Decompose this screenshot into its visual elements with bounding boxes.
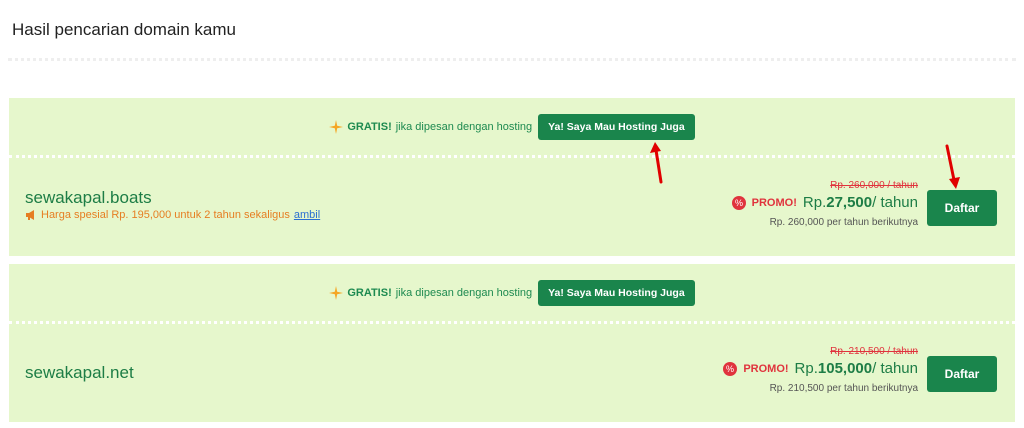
- domain-result-card: GRATIS! jika dipesan dengan hosting Ya! …: [9, 264, 1015, 422]
- old-price: Rp. 260,000 / tahun: [830, 180, 918, 191]
- annotation-arrow: [650, 142, 663, 184]
- promo-label: PROMO!: [751, 196, 797, 209]
- renewal-price: Rp. 260,000 per tahun berikutnya: [769, 217, 918, 228]
- hosting-promo-row: GRATIS! jika dipesan dengan hosting Ya! …: [9, 278, 1015, 308]
- current-price: Rp.27,500/ tahun: [803, 194, 918, 211]
- card-divider: [9, 321, 1015, 324]
- price-block: Rp. 260,000 / tahun % PROMO! Rp.27,500/ …: [731, 180, 918, 228]
- price-value: 105,000: [817, 360, 873, 377]
- domain-result-card: GRATIS! jika dipesan dengan hosting Ya! …: [9, 98, 1015, 256]
- price-suffix: / tahun: [872, 194, 918, 211]
- gratis-text: jika dipesan dengan hosting: [395, 121, 533, 133]
- register-button[interactable]: Daftar: [927, 356, 997, 392]
- price-suffix: / tahun: [872, 360, 918, 377]
- gratis-label: GRATIS!: [347, 287, 392, 299]
- promo-badge-icon: %: [723, 361, 738, 376]
- page-title: Hasil pencarian domain kamu: [12, 20, 236, 39]
- sparkle-icon: [329, 120, 344, 134]
- price-line: % PROMO! Rp.27,500/ tahun: [731, 194, 918, 211]
- price-block: Rp. 210,500 / tahun % PROMO! Rp.105,000/…: [723, 346, 918, 394]
- domain-name: sewakapal.boats: [25, 188, 152, 207]
- price-prefix: Rp.: [802, 194, 827, 211]
- old-price: Rp. 210,500 / tahun: [830, 346, 918, 357]
- hosting-promo-row: GRATIS! jika dipesan dengan hosting Ya! …: [9, 112, 1015, 142]
- price-prefix: Rp.: [794, 360, 818, 377]
- price-line: % PROMO! Rp.105,000/ tahun: [723, 360, 918, 377]
- add-hosting-button[interactable]: Ya! Saya Mau Hosting Juga: [538, 280, 695, 306]
- price-value: 27,500: [826, 194, 873, 211]
- promo-badge-icon: %: [731, 195, 746, 210]
- annotation-arrow: [945, 144, 960, 189]
- add-hosting-button[interactable]: Ya! Saya Mau Hosting Juga: [538, 114, 695, 140]
- svg-text:%: %: [735, 198, 743, 208]
- special-offer: Harga spesial Rp. 195,000 untuk 2 tahun …: [25, 209, 320, 221]
- ambil-link[interactable]: ambil: [294, 209, 320, 221]
- special-offer-text: Harga spesial Rp. 195,000 untuk 2 tahun …: [41, 209, 290, 221]
- megaphone-icon: [26, 210, 34, 220]
- domain-name: sewakapal.net: [25, 363, 134, 382]
- svg-text:%: %: [726, 364, 734, 374]
- gratis-label: GRATIS!: [347, 121, 392, 133]
- gratis-text: jika dipesan dengan hosting: [395, 287, 533, 299]
- current-price: Rp.105,000/ tahun: [795, 360, 918, 377]
- card-divider: [9, 155, 1015, 158]
- sparkle-icon: [329, 286, 344, 300]
- promo-label: PROMO!: [743, 362, 789, 375]
- renewal-price: Rp. 210,500 per tahun berikutnya: [769, 383, 918, 394]
- register-button[interactable]: Daftar: [927, 190, 997, 226]
- title-divider: [8, 58, 1016, 61]
